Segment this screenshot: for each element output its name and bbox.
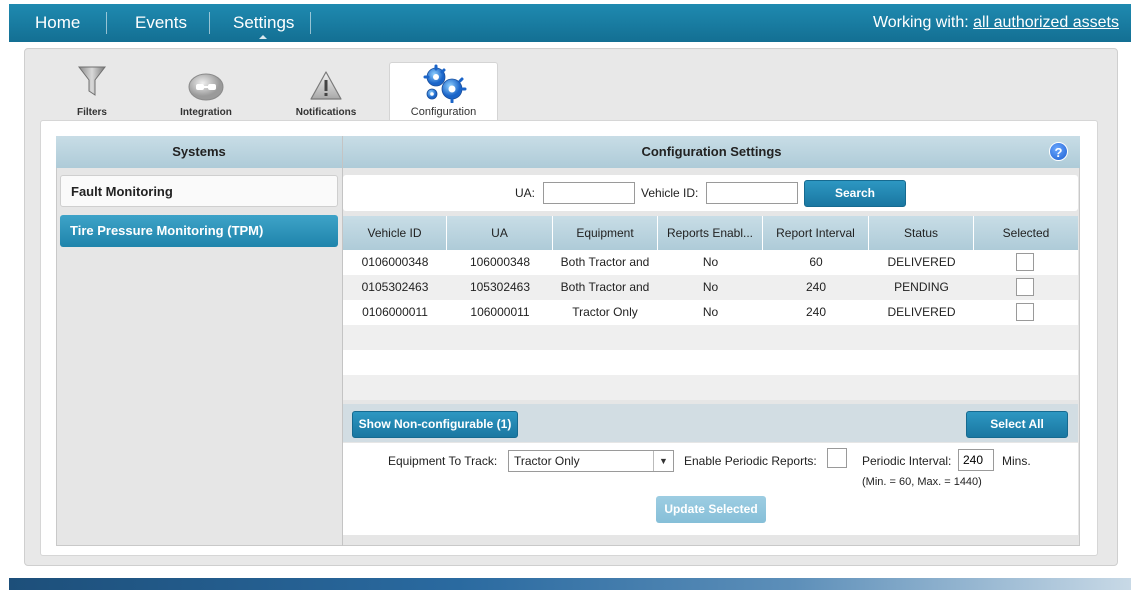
authorized-assets-link[interactable]: all authorized assets [973, 14, 1119, 31]
cell-reports-enabled: No [702, 305, 719, 319]
periodic-interval-input[interactable] [958, 449, 994, 471]
cell-reports-enabled: No [702, 255, 719, 269]
tab-label: Notifications [295, 107, 357, 118]
tab-label: Configuration [410, 106, 477, 118]
cell-report-interval: 60 [809, 255, 823, 269]
nav-divider [106, 12, 107, 34]
vehicle-id-input[interactable] [706, 182, 798, 204]
ua-input[interactable] [543, 182, 635, 204]
integration-icon [188, 73, 224, 101]
cell-report-interval: 240 [805, 280, 827, 294]
cell-status: PENDING [894, 280, 949, 294]
select-all-button[interactable]: Select All [966, 411, 1068, 438]
vehicle-id-label: Vehicle ID: [641, 186, 699, 200]
cell-vehicle-id: 0105302463 [361, 280, 429, 294]
equipment-to-track-label: Equipment To Track: [388, 454, 498, 468]
cell-ua: 105302463 [469, 280, 531, 294]
working-label: Working with: [872, 14, 969, 31]
tab-configuration[interactable]: Configuration [389, 62, 498, 120]
table-row[interactable]: 0105302463 105302463 Both Tractor and No… [343, 275, 1078, 300]
empty-table-row [343, 350, 1078, 375]
minutes-unit-label: Mins. [1002, 454, 1031, 468]
enable-periodic-checkbox[interactable] [827, 448, 847, 468]
working-with: Working with: all authorized assets [873, 4, 1119, 42]
cell-equipment: Both Tractor and [560, 280, 650, 294]
cell-equipment: Tractor Only [572, 305, 638, 319]
cell-ua: 106000348 [469, 255, 531, 269]
cell-reports-enabled: No [702, 280, 719, 294]
table-row[interactable]: 0106000348 106000348 Both Tractor and No… [343, 250, 1078, 275]
top-nav-bar: Home Events Settings Working with: all a… [9, 4, 1131, 42]
cell-report-interval: 240 [805, 305, 827, 319]
cell-ua: 106000011 [470, 305, 530, 319]
chevron-down-icon: ▼ [653, 451, 673, 471]
nav-divider [310, 12, 311, 34]
tab-integration[interactable]: Integration [166, 62, 246, 120]
row-select-checkbox[interactable] [1016, 253, 1034, 271]
update-selected-button[interactable]: Update Selected [656, 496, 766, 523]
empty-table-row [343, 325, 1078, 350]
enable-periodic-label: Enable Periodic Reports: [684, 454, 817, 468]
nav-divider [209, 12, 210, 34]
active-nav-indicator [259, 35, 267, 39]
footer-bar [9, 578, 1131, 590]
equipment-select[interactable]: Tractor Only ▼ [508, 450, 674, 472]
tab-label: Integration [180, 107, 232, 118]
column-header[interactable]: Status [869, 216, 974, 250]
nav-events[interactable]: Events [135, 4, 187, 42]
ua-label: UA: [515, 186, 536, 200]
gears-icon [423, 64, 466, 103]
row-select-checkbox[interactable] [1016, 303, 1034, 321]
cell-status: DELIVERED [887, 305, 956, 319]
column-header[interactable]: UA [447, 216, 553, 250]
periodic-interval-label: Periodic Interval: [862, 454, 952, 468]
interval-range-note: (Min. = 60, Max. = 1440) [862, 476, 982, 488]
column-header[interactable]: Selected [974, 216, 1078, 250]
help-icon[interactable]: ? [1049, 142, 1068, 161]
column-header[interactable]: Reports Enabl... [658, 216, 763, 250]
column-header[interactable]: Equipment [553, 216, 658, 250]
tab-filters[interactable]: Filters [62, 62, 122, 120]
config-header: Configuration Settings [343, 136, 1080, 168]
table-header: Vehicle ID UA Equipment Reports Enabl...… [343, 216, 1078, 250]
warning-icon [310, 71, 342, 100]
systems-header: Systems [56, 136, 342, 168]
row-select-checkbox[interactable] [1016, 278, 1034, 296]
column-header[interactable]: Vehicle ID [343, 216, 447, 250]
system-fault-monitoring[interactable]: Fault Monitoring [60, 175, 338, 207]
empty-table-row [343, 375, 1078, 400]
cell-status: DELIVERED [887, 255, 956, 269]
funnel-icon [77, 66, 107, 96]
search-button[interactable]: Search [804, 180, 906, 207]
show-nonconfigurable-button[interactable]: Show Non-configurable (1) [352, 411, 518, 438]
table-row[interactable]: 0106000011 106000011 Tractor Only No 240… [343, 300, 1078, 325]
column-header[interactable]: Report Interval [763, 216, 869, 250]
equipment-select-value: Tractor Only [514, 454, 580, 468]
cell-vehicle-id: 0106000011 [362, 305, 428, 319]
cell-vehicle-id: 0106000348 [361, 255, 429, 269]
system-tire-pressure-monitoring[interactable]: Tire Pressure Monitoring (TPM) [60, 215, 338, 247]
tab-notifications[interactable]: Notifications [290, 62, 362, 120]
tab-label: Filters [76, 107, 107, 118]
nav-home[interactable]: Home [35, 4, 80, 42]
cell-equipment: Both Tractor and [560, 255, 650, 269]
